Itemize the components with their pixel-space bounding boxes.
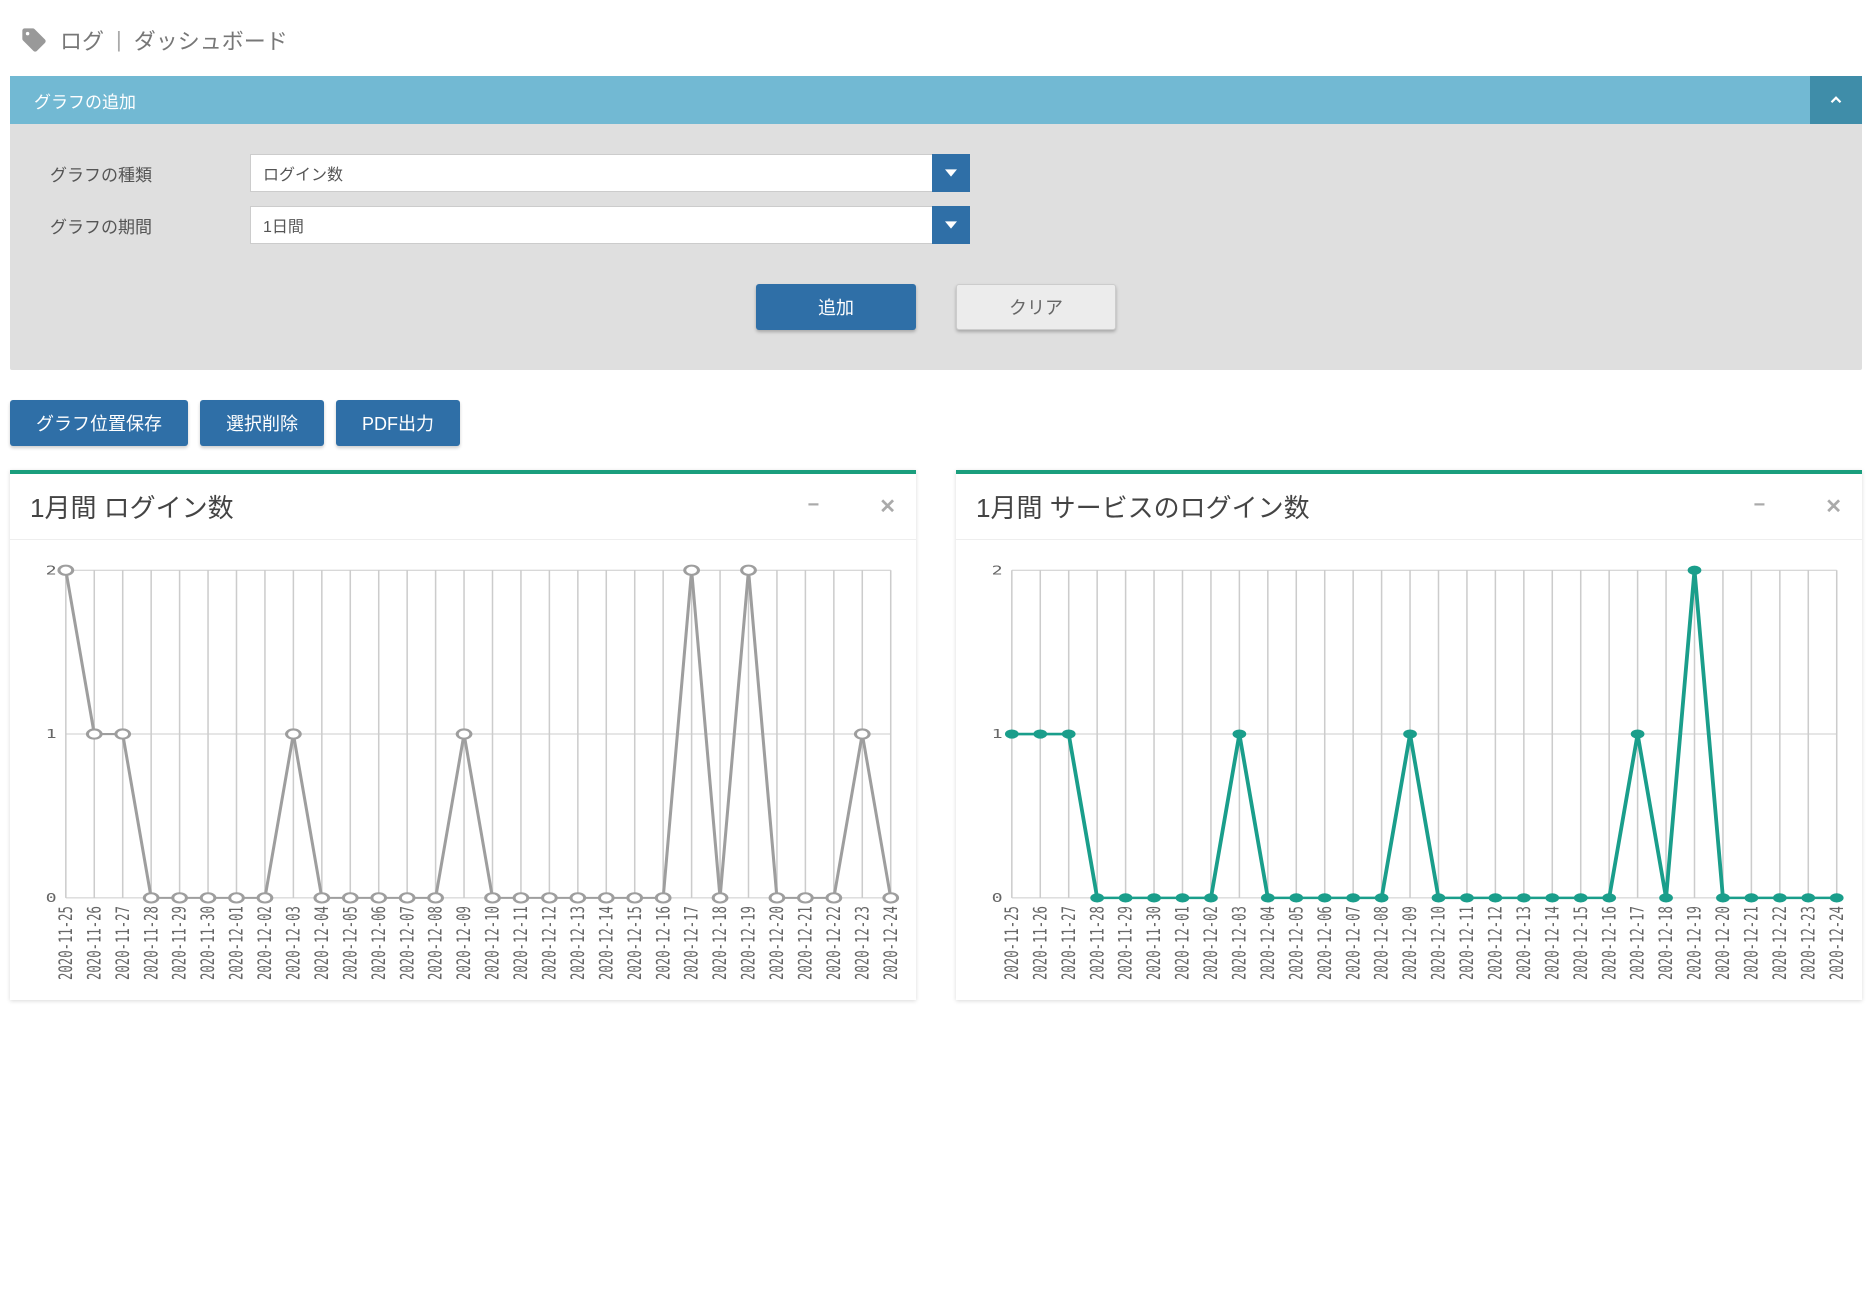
svg-text:2020-12-16: 2020-12-16 bbox=[1599, 906, 1620, 980]
graph-type-label: グラフの種類 bbox=[50, 161, 250, 186]
svg-text:1: 1 bbox=[992, 727, 1003, 741]
svg-text:2020-12-02: 2020-12-02 bbox=[1201, 906, 1222, 980]
svg-text:1: 1 bbox=[46, 727, 57, 741]
chart-plot-area: 0 1 2 2020-11-25 2020-11-26 2020-11-27 2020-11… bbox=[956, 540, 1862, 1000]
svg-text:2020-11-29: 2020-11-29 bbox=[169, 906, 190, 980]
close-icon[interactable]: ✕ bbox=[1825, 494, 1842, 519]
svg-text:2020-12-23: 2020-12-23 bbox=[852, 906, 873, 980]
graph-type-dropdown-button[interactable] bbox=[932, 154, 970, 192]
svg-text:2020-11-26: 2020-11-26 bbox=[1030, 906, 1051, 980]
svg-text:2020-12-19: 2020-12-19 bbox=[1684, 906, 1705, 980]
svg-text:2020-12-08: 2020-12-08 bbox=[1371, 906, 1392, 980]
svg-text:2020-12-09: 2020-12-09 bbox=[454, 906, 475, 980]
svg-text:2020-12-14: 2020-12-14 bbox=[1542, 906, 1563, 980]
svg-text:2020-12-10: 2020-12-10 bbox=[482, 906, 503, 980]
add-button[interactable]: 追加 bbox=[756, 284, 916, 330]
svg-text:2020-11-25: 2020-11-25 bbox=[55, 906, 76, 980]
svg-text:2020-12-09: 2020-12-09 bbox=[1400, 906, 1421, 980]
svg-text:2020-12-03: 2020-12-03 bbox=[283, 906, 304, 980]
svg-text:2020-12-22: 2020-12-22 bbox=[1769, 906, 1790, 980]
svg-text:2020-12-22: 2020-12-22 bbox=[823, 906, 844, 980]
svg-text:2020-12-04: 2020-12-04 bbox=[311, 906, 332, 980]
collapse-button[interactable] bbox=[1810, 76, 1862, 124]
svg-text:2020-12-02: 2020-12-02 bbox=[255, 906, 276, 980]
minimize-icon[interactable]: − bbox=[808, 494, 820, 519]
svg-text:2020-11-28: 2020-11-28 bbox=[1087, 906, 1108, 980]
svg-text:2020-12-11: 2020-12-11 bbox=[1457, 906, 1478, 980]
chart-card: 1月間 ログイン数− ✕ 0 1 2 2020-11-25 2020-11-26 2020-1… bbox=[10, 470, 916, 1000]
svg-text:2020-12-08: 2020-12-08 bbox=[425, 906, 446, 980]
svg-text:2020-12-21: 2020-12-21 bbox=[795, 906, 816, 980]
svg-text:0: 0 bbox=[992, 891, 1003, 905]
svg-text:2020-12-05: 2020-12-05 bbox=[340, 906, 361, 980]
svg-text:2020-12-16: 2020-12-16 bbox=[653, 906, 674, 980]
breadcrumb-item-dashboard[interactable]: ダッシュボード bbox=[134, 24, 288, 56]
svg-text:2: 2 bbox=[46, 563, 57, 577]
graph-period-select[interactable] bbox=[250, 206, 932, 244]
svg-text:2020-11-29: 2020-11-29 bbox=[1115, 906, 1136, 980]
delete-selected-button[interactable]: 選択削除 bbox=[200, 400, 324, 446]
caret-down-icon bbox=[945, 219, 957, 231]
svg-text:2020-12-01: 2020-12-01 bbox=[226, 906, 247, 980]
caret-down-icon bbox=[945, 167, 957, 179]
svg-text:2020-12-18: 2020-12-18 bbox=[1656, 906, 1677, 980]
svg-text:2020-12-12: 2020-12-12 bbox=[539, 906, 560, 980]
chart-plot-area: 0 1 2 2020-11-25 2020-11-26 2020-11-27 2020-11… bbox=[10, 540, 916, 1000]
graph-type-select[interactable] bbox=[250, 154, 932, 192]
svg-text:2020-12-24: 2020-12-24 bbox=[880, 906, 901, 980]
svg-text:2020-11-30: 2020-11-30 bbox=[1144, 906, 1165, 980]
svg-text:2020-12-06: 2020-12-06 bbox=[1314, 906, 1335, 980]
svg-text:2020-11-30: 2020-11-30 bbox=[198, 906, 219, 980]
svg-text:2020-12-21: 2020-12-21 bbox=[1741, 906, 1762, 980]
svg-text:2020-12-05: 2020-12-05 bbox=[1286, 906, 1307, 980]
svg-text:2020-12-04: 2020-12-04 bbox=[1257, 906, 1278, 980]
svg-text:2020-12-12: 2020-12-12 bbox=[1485, 906, 1506, 980]
svg-text:2020-12-15: 2020-12-15 bbox=[1570, 906, 1591, 980]
breadcrumb-separator: | bbox=[116, 27, 122, 53]
close-icon[interactable]: ✕ bbox=[879, 494, 896, 519]
svg-text:2020-11-28: 2020-11-28 bbox=[141, 906, 162, 980]
svg-text:2020-12-07: 2020-12-07 bbox=[397, 906, 418, 980]
clear-button[interactable]: クリア bbox=[956, 284, 1116, 330]
svg-text:2020-12-20: 2020-12-20 bbox=[767, 906, 788, 980]
chart-title: 1月間 ログイン数 bbox=[30, 488, 808, 525]
svg-text:2020-11-25: 2020-11-25 bbox=[1001, 906, 1022, 980]
svg-text:2020-12-19: 2020-12-19 bbox=[738, 906, 759, 980]
svg-text:2020-12-23: 2020-12-23 bbox=[1798, 906, 1819, 980]
add-graph-panel: グラフの追加 グラフの種類 グラフの期間 bbox=[10, 76, 1862, 370]
svg-text:2020-12-13: 2020-12-13 bbox=[567, 906, 588, 980]
tag-icon bbox=[20, 26, 48, 54]
breadcrumb: ログ | ダッシュボード bbox=[10, 10, 1862, 76]
svg-text:2020-12-24: 2020-12-24 bbox=[1826, 906, 1847, 980]
minimize-icon[interactable]: − bbox=[1754, 494, 1766, 519]
svg-text:2020-12-07: 2020-12-07 bbox=[1343, 906, 1364, 980]
panel-title: グラフの追加 bbox=[34, 88, 136, 113]
graph-period-label: グラフの期間 bbox=[50, 213, 250, 238]
svg-text:2020-11-26: 2020-11-26 bbox=[84, 906, 105, 980]
svg-text:2020-12-18: 2020-12-18 bbox=[710, 906, 731, 980]
svg-text:2020-12-03: 2020-12-03 bbox=[1229, 906, 1250, 980]
svg-text:2020-12-20: 2020-12-20 bbox=[1713, 906, 1734, 980]
svg-text:2020-12-13: 2020-12-13 bbox=[1513, 906, 1534, 980]
svg-text:2020-11-27: 2020-11-27 bbox=[112, 906, 133, 980]
svg-text:0: 0 bbox=[46, 891, 57, 905]
pdf-export-button[interactable]: PDF出力 bbox=[336, 400, 460, 446]
chevron-up-icon bbox=[1827, 91, 1845, 109]
svg-text:2020-12-14: 2020-12-14 bbox=[596, 906, 617, 980]
svg-text:2020-11-27: 2020-11-27 bbox=[1058, 906, 1079, 980]
svg-text:2020-12-06: 2020-12-06 bbox=[368, 906, 389, 980]
save-position-button[interactable]: グラフ位置保存 bbox=[10, 400, 188, 446]
chart-card: 1月間 サービスのログイン数− ✕ 0 1 2 2020-11-25 2020-11-26 2… bbox=[956, 470, 1862, 1000]
svg-text:2020-12-15: 2020-12-15 bbox=[624, 906, 645, 980]
breadcrumb-item-log[interactable]: ログ bbox=[60, 24, 104, 56]
svg-text:2020-12-11: 2020-12-11 bbox=[511, 906, 532, 980]
svg-text:2: 2 bbox=[992, 563, 1003, 577]
svg-text:2020-12-01: 2020-12-01 bbox=[1172, 906, 1193, 980]
svg-text:2020-12-17: 2020-12-17 bbox=[681, 906, 702, 980]
svg-text:2020-12-17: 2020-12-17 bbox=[1627, 906, 1648, 980]
chart-title: 1月間 サービスのログイン数 bbox=[976, 488, 1754, 525]
graph-period-dropdown-button[interactable] bbox=[932, 206, 970, 244]
action-bar: グラフ位置保存 選択削除 PDF出力 bbox=[10, 400, 1862, 446]
svg-text:2020-12-10: 2020-12-10 bbox=[1428, 906, 1449, 980]
